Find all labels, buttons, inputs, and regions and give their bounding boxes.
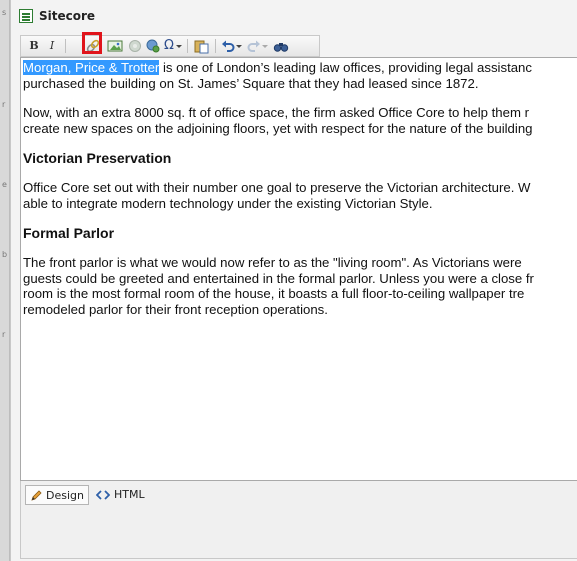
paragraph: Now, with an extra 8000 sq. ft of office… <box>23 105 577 136</box>
paragraph-line: room is the most formal room of the hous… <box>23 286 525 301</box>
undo-icon[interactable] <box>221 38 235 54</box>
paragraph-line: guests could be greeted and entertained … <box>23 270 534 286</box>
paragraph-line: is one of London’s leading law offices, … <box>159 60 532 75</box>
link-button-highlight <box>82 32 102 54</box>
paragraph-line: Office Core set out with their number on… <box>23 180 531 195</box>
formatting-toolbar: B I Ω <box>20 32 320 57</box>
find-icon[interactable] <box>273 38 289 54</box>
html-tab-label: HTML <box>114 488 145 501</box>
code-icon <box>96 490 110 500</box>
chevron-down-icon[interactable] <box>235 38 243 54</box>
paragraph: Office Core set out with their number on… <box>23 180 577 211</box>
hyperlink-manager-icon[interactable] <box>145 38 161 54</box>
insert-media-icon[interactable] <box>127 38 143 54</box>
editor-window: Sitecore B I Ω Morgan, Price & Trotter i… <box>10 0 577 561</box>
editor-mode-bar: Design HTML <box>20 481 577 559</box>
toolbar-separator <box>187 39 188 53</box>
pencil-icon <box>31 490 42 501</box>
paragraph-line: Now, with an extra 8000 sq. ft of office… <box>23 105 530 120</box>
paste-icon[interactable] <box>193 38 209 54</box>
design-tab-label: Design <box>46 489 84 502</box>
left-panel-edge: s r e b r <box>0 0 10 561</box>
html-mode-tab[interactable]: HTML <box>94 485 174 505</box>
rich-text-editor[interactable]: Morgan, Price & Trotter is one of London… <box>20 57 577 481</box>
toolbar-separator <box>65 39 66 53</box>
sitecore-app-icon <box>19 9 33 23</box>
chevron-down-icon[interactable] <box>261 38 269 54</box>
chevron-down-icon[interactable] <box>175 38 183 54</box>
design-mode-tab[interactable]: Design <box>25 485 89 505</box>
paragraph-line: create new spaces on the adjoining floor… <box>23 120 533 136</box>
paragraph-line: able to integrate modern technology unde… <box>23 195 433 211</box>
editor-content: Morgan, Price & Trotter is one of London… <box>23 60 577 331</box>
selected-text: Morgan, Price & Trotter <box>23 60 160 75</box>
insert-image-icon[interactable] <box>107 38 123 54</box>
toolbar-separator <box>215 39 216 53</box>
section-heading: Victorian Preservation <box>23 150 172 166</box>
paragraph-line: purchased the building on St. James’ Squ… <box>23 75 479 91</box>
paragraph: The front parlor is what we would now re… <box>23 255 577 317</box>
window-title: Sitecore <box>39 9 96 23</box>
paragraph-line: The front parlor is what we would now re… <box>23 255 522 270</box>
special-character-button[interactable]: Ω <box>163 38 175 54</box>
paragraph: Morgan, Price & Trotter is one of London… <box>23 60 577 91</box>
section-heading: Formal Parlor <box>23 225 115 241</box>
title-bar: Sitecore <box>11 6 577 30</box>
italic-button[interactable]: I <box>45 38 59 54</box>
bold-button[interactable]: B <box>27 38 41 54</box>
paragraph-line: remodeled parlor for their front recepti… <box>23 301 328 317</box>
redo-icon[interactable] <box>247 38 261 54</box>
